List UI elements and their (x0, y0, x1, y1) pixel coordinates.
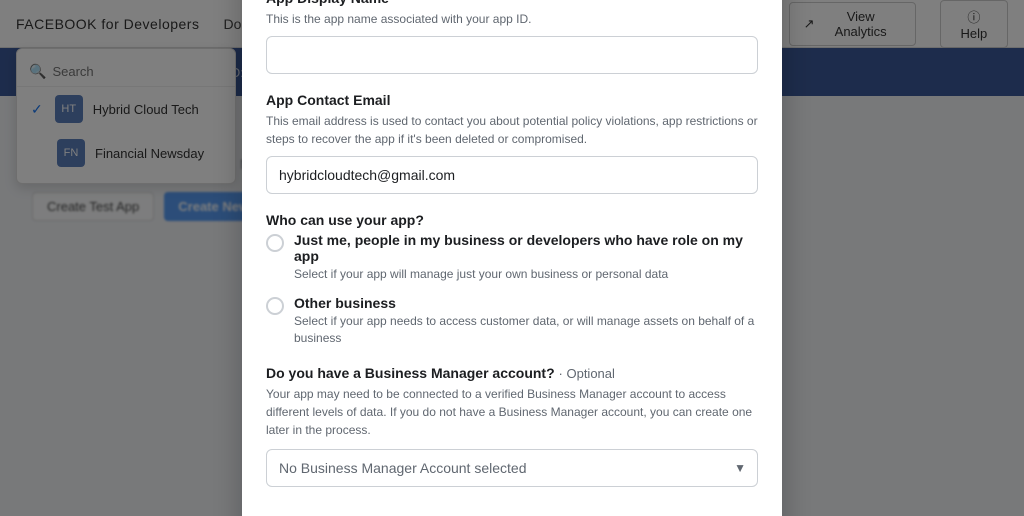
create-app-id-modal: Create an App ID × App Display Name This… (242, 0, 782, 516)
radio-option-me[interactable]: Just me, people in my business or develo… (266, 232, 758, 283)
bm-label: Do you have a Business Manager account? … (266, 365, 758, 381)
bm-select[interactable]: No Business Manager Account selected (266, 449, 758, 487)
radio-option-other[interactable]: Other business Select if your app needs … (266, 295, 758, 347)
contact-email-label: App Contact Email (266, 92, 758, 108)
who-can-use-section: Who can use your app? Just me, people in… (266, 212, 758, 346)
modal-backdrop: Create an App ID × App Display Name This… (0, 0, 1024, 516)
radio-other-desc: Select if your app needs to access custo… (294, 313, 758, 347)
radio-me-input[interactable] (266, 234, 284, 252)
display-name-input[interactable] (266, 36, 758, 74)
modal-body: App Display Name This is the app name as… (242, 0, 782, 516)
contact-email-desc: This email address is used to contact yo… (266, 112, 758, 148)
bm-select-wrapper: No Business Manager Account selected ▼ (266, 449, 758, 487)
contact-email-section: App Contact Email This email address is … (266, 92, 758, 194)
radio-other-label: Other business (294, 295, 758, 311)
display-name-label: App Display Name (266, 0, 758, 6)
radio-me-desc: Select if your app will manage just your… (294, 266, 758, 283)
radio-me-label: Just me, people in my business or develo… (294, 232, 758, 264)
who-can-use-label: Who can use your app? (266, 212, 758, 228)
radio-me-text: Just me, people in my business or develo… (294, 232, 758, 283)
display-name-desc: This is the app name associated with you… (266, 10, 758, 28)
display-name-section: App Display Name This is the app name as… (266, 0, 758, 74)
bm-desc: Your app may need to be connected to a v… (266, 385, 758, 439)
business-manager-section: Do you have a Business Manager account? … (266, 365, 758, 487)
contact-email-input[interactable] (266, 156, 758, 194)
radio-other-text: Other business Select if your app needs … (294, 295, 758, 347)
radio-other-input[interactable] (266, 297, 284, 315)
